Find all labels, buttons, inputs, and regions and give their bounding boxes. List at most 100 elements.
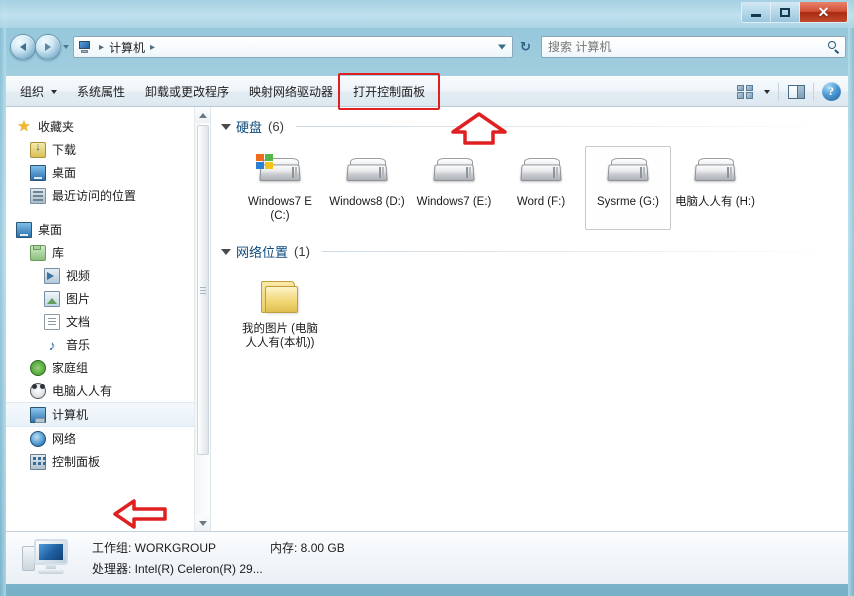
sidebar-item-label: 视频 — [66, 269, 91, 283]
address-dropdown-icon[interactable] — [498, 44, 506, 50]
maximize-icon — [780, 7, 790, 17]
document-icon — [44, 313, 60, 330]
back-arrow-icon — [20, 43, 26, 51]
group-header-network-locations[interactable]: 网络位置 (1) — [221, 242, 836, 261]
sidebar-item-label: 控制面板 — [52, 455, 101, 469]
sidebar-item-computer[interactable]: 计算机 — [6, 402, 210, 427]
change-view-button[interactable] — [732, 81, 758, 103]
details-line-2: 处理器: Intel(R) Celeron(R) 29... — [92, 560, 345, 577]
toolbar-organize-button[interactable]: 组织 — [10, 78, 67, 105]
sidebar-item-desktop-favorite[interactable]: 桌面 — [6, 161, 210, 184]
folder-label: 我的图片 (电脑人人有(本机)) — [241, 323, 319, 349]
back-button[interactable] — [10, 34, 36, 60]
sidebar-item-label: 库 — [52, 246, 65, 260]
computer-icon — [77, 40, 92, 54]
video-icon — [44, 267, 60, 284]
refresh-icon: ↻ — [520, 39, 531, 54]
views-icon — [737, 84, 753, 99]
close-icon: ✕ — [817, 4, 830, 20]
group-divider — [321, 251, 836, 252]
help-button[interactable]: ? — [818, 81, 844, 103]
toolbar-separator — [778, 82, 779, 101]
drive-tile-f[interactable]: Word (F:) — [498, 146, 584, 230]
show-preview-pane-button[interactable] — [783, 81, 809, 103]
breadcrumb-separator: ▸ — [99, 41, 105, 53]
library-icon — [30, 244, 46, 261]
desktop-icon — [30, 164, 46, 181]
sidebar-item-control-panel[interactable]: 控制面板 — [6, 450, 210, 473]
recent-places-icon — [30, 187, 46, 204]
hard-drive-icon — [689, 152, 741, 192]
sidebar-item-libraries[interactable]: 库 — [6, 241, 210, 264]
drive-tile-h[interactable]: 电脑人人有 (H:) — [672, 146, 758, 230]
sidebar-item-homegroup[interactable]: 家庭组 — [6, 356, 210, 379]
sidebar-item-downloads[interactable]: 下载 — [6, 138, 210, 161]
toolbar-system-properties-button[interactable]: 系统属性 — [67, 78, 135, 105]
desktop-icon — [16, 221, 32, 238]
file-list-pane[interactable]: 硬盘 (6) Windows7 E (C:) Windows8 (D:) Win… — [211, 107, 848, 531]
scroll-down-button[interactable] — [195, 515, 210, 531]
drive-label: Word (F:) — [516, 196, 566, 208]
sidebar-item-pictures[interactable]: 图片 — [6, 287, 210, 310]
title-bar[interactable]: ✕ — [0, 0, 854, 28]
sidebar-item-music[interactable]: ♪ 音乐 — [6, 333, 210, 356]
preview-pane-icon — [787, 84, 805, 99]
search-icon — [827, 40, 841, 54]
computer-icon — [30, 406, 46, 423]
explorer-window: ✕ ▸ 计算机 ▸ ↻ 搜索 计算机 组织 系统属性 卸载或更改程序 映射网络驱… — [0, 0, 854, 596]
processor-value: 处理器: Intel(R) Celeron(R) 29... — [92, 562, 263, 576]
search-input[interactable] — [548, 40, 827, 54]
drive-tile-c[interactable]: Windows7 E (C:) — [237, 146, 323, 230]
change-view-dropdown[interactable] — [758, 81, 774, 103]
drive-label: Sysrme (G:) — [597, 196, 659, 208]
minimize-button[interactable] — [742, 2, 771, 22]
workgroup-value: 工作组: WORKGROUP — [92, 541, 217, 555]
collapse-icon[interactable] — [221, 248, 231, 255]
content-area: ★ 收藏夹 下载 桌面 最近访问的位置 桌面 — [6, 107, 848, 531]
search-box[interactable] — [541, 36, 846, 58]
forward-button[interactable] — [35, 34, 61, 60]
close-button[interactable]: ✕ — [800, 2, 847, 22]
recent-pages-dropdown[interactable] — [61, 34, 71, 60]
navigation-pane-list: ★ 收藏夹 下载 桌面 最近访问的位置 桌面 — [6, 107, 210, 473]
chevron-down-icon — [199, 520, 207, 526]
window-controls: ✕ — [741, 2, 848, 23]
sidebar-item-network[interactable]: 网络 — [6, 427, 210, 450]
toolbar-uninstall-change-program-button[interactable]: 卸载或更改程序 — [135, 78, 239, 105]
toolbar-open-control-panel-button[interactable]: 打开控制面板 — [343, 78, 435, 105]
sidebar-item-desktop[interactable]: 桌面 — [6, 218, 210, 241]
music-icon: ♪ — [48, 336, 56, 353]
group-header-hard-disks[interactable]: 硬盘 (6) — [221, 117, 836, 136]
breadcrumb-separator-trailing[interactable]: ▸ — [146, 42, 159, 53]
drive-tile-d[interactable]: Windows8 (D:) — [324, 146, 410, 230]
toolbar-system-properties-label: 系统属性 — [77, 85, 126, 99]
drive-label: Windows7 E (C:) — [248, 196, 312, 222]
group-divider — [295, 126, 836, 127]
toolbar-map-network-drive-button[interactable]: 映射网络驱动器 — [239, 78, 343, 105]
sidebar-item-documents[interactable]: 文档 — [6, 310, 210, 333]
sidebar-item-videos[interactable]: 视频 — [6, 264, 210, 287]
drive-tile-g[interactable]: Sysrme (G:) — [585, 146, 671, 230]
network-folder-tile[interactable]: 我的图片 (电脑人人有(本机)) — [237, 271, 323, 355]
sidebar-item-recent-places[interactable]: 最近访问的位置 — [6, 184, 210, 207]
address-bar[interactable]: ▸ 计算机 ▸ — [73, 36, 513, 58]
toolbar-map-network-drive-label: 映射网络驱动器 — [249, 85, 334, 99]
sidebar-item-favorites[interactable]: ★ 收藏夹 — [6, 115, 210, 138]
navigation-bar: ▸ 计算机 ▸ ↻ — [6, 30, 848, 64]
collapse-icon[interactable] — [221, 123, 231, 130]
control-panel-icon — [30, 453, 46, 470]
toolbar-open-control-panel-label: 打开控制面板 — [353, 85, 426, 99]
scroll-up-button[interactable] — [195, 107, 210, 123]
maximize-button[interactable] — [771, 2, 800, 22]
scrollbar-thumb[interactable] — [197, 125, 209, 455]
breadcrumb-item-computer[interactable]: 计算机 — [108, 39, 146, 56]
refresh-button[interactable]: ↻ — [514, 36, 537, 58]
navigation-pane: ★ 收藏夹 下载 桌面 最近访问的位置 桌面 — [6, 107, 211, 531]
navigation-pane-scrollbar[interactable] — [194, 107, 210, 531]
group-title: 硬盘 — [236, 120, 263, 135]
memory-value: 内存: 8.00 GB — [270, 541, 345, 555]
drive-tile-e[interactable]: Windows7 (E:) — [411, 146, 497, 230]
sidebar-item-user[interactable]: 电脑人人有 — [6, 379, 210, 402]
window-right-edge — [848, 0, 854, 596]
hard-drive-icon — [428, 152, 480, 192]
